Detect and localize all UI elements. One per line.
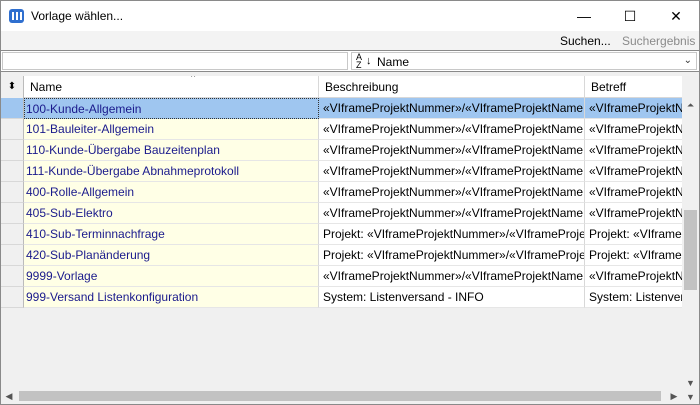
row-selector[interactable] bbox=[1, 245, 24, 266]
table-row[interactable]: 405-Sub-Elektro «VIframeProjektNummer»/«V… bbox=[1, 203, 682, 224]
cell-name[interactable]: 410-Sub-Terminnachfrage bbox=[24, 224, 319, 245]
cell-description[interactable]: «VIframeProjektNummer»/«VIframeProjektNa… bbox=[319, 203, 585, 224]
chevron-down-icon[interactable]: ⌄ bbox=[684, 55, 692, 66]
row-selector[interactable] bbox=[1, 161, 24, 182]
column-header-description[interactable]: Beschreibung bbox=[319, 76, 585, 98]
cell-subject[interactable]: «VIframeProjektN bbox=[585, 266, 682, 287]
cell-name[interactable]: 110-Kunde-Übergabe Bauzeitenplan bbox=[24, 140, 319, 161]
horizontal-scroll-thumb[interactable] bbox=[19, 391, 661, 401]
table-row[interactable]: 101-Bauleiter-Allgemein «VIframeProjektNu… bbox=[1, 119, 682, 140]
sort-ascending-icon: ^ bbox=[191, 76, 196, 82]
grid-rows: 100-Kunde-Allgemein «VIframeProjektNummer… bbox=[1, 98, 682, 308]
cell-subject[interactable]: «VIframeProjektN bbox=[585, 98, 682, 119]
row-selector[interactable] bbox=[1, 98, 24, 119]
scroll-down-button[interactable]: ▼ bbox=[682, 390, 699, 404]
row-selector[interactable] bbox=[1, 203, 24, 224]
cell-subject[interactable]: «VIframeProjektN bbox=[585, 140, 682, 161]
close-button[interactable]: ✕ bbox=[653, 1, 699, 31]
cell-name[interactable]: 100-Kunde-Allgemein bbox=[24, 98, 319, 119]
sort-field-label: Name bbox=[377, 55, 410, 69]
cell-subject[interactable]: System: Listenver bbox=[585, 287, 682, 308]
cell-name[interactable]: 9999-Vorlage bbox=[24, 266, 319, 287]
vertical-scroll-thumb[interactable] bbox=[684, 210, 697, 290]
scroll-top-button[interactable]: ⏶ bbox=[682, 98, 699, 112]
toolbar: Suchen... Suchergebnis bbox=[0, 31, 700, 50]
cell-description[interactable]: Projekt: «VIframeProjektNummer»/«VIframe… bbox=[319, 245, 585, 266]
row-selector[interactable] bbox=[1, 224, 24, 245]
cell-subject[interactable]: «VIframeProjektN bbox=[585, 203, 682, 224]
column-header-subject[interactable]: Betreff bbox=[585, 76, 682, 98]
cell-description[interactable]: «VIframeProjektNummer»/«VIframeProjektNa… bbox=[319, 161, 585, 182]
sort-arrow-icon: ↓ bbox=[366, 55, 372, 67]
row-selector[interactable] bbox=[1, 182, 24, 203]
cell-subject[interactable]: Projekt: «VIframel bbox=[585, 224, 682, 245]
cell-name[interactable]: 405-Sub-Elektro bbox=[24, 203, 319, 224]
cell-description[interactable]: Projekt: «VIframeProjektNummer»/«VIframe… bbox=[319, 224, 585, 245]
cell-subject[interactable]: «VIframeProjektN bbox=[585, 119, 682, 140]
table-row[interactable]: 999-Versand Listenkonfiguration System: L… bbox=[1, 287, 682, 308]
row-selector-header[interactable]: ⬍ bbox=[1, 76, 24, 98]
cell-subject[interactable]: «VIframeProjektN bbox=[585, 161, 682, 182]
cell-subject[interactable]: Projekt: «VIframel bbox=[585, 245, 682, 266]
cell-name[interactable]: 999-Versand Listenkonfiguration bbox=[24, 287, 319, 308]
column-header-name[interactable]: Name ^ bbox=[24, 76, 319, 98]
cell-subject[interactable]: «VIframeProjektN bbox=[585, 182, 682, 203]
scroll-right-button[interactable]: ▶ bbox=[666, 388, 682, 404]
filter-input[interactable] bbox=[2, 52, 348, 70]
maximize-button[interactable]: ☐ bbox=[607, 1, 653, 31]
sort-field-select[interactable]: AZ ↓ Name ⌄ bbox=[351, 52, 697, 70]
search-result-button[interactable]: Suchergebnis bbox=[622, 34, 695, 48]
cell-description[interactable]: «VIframeProjektNummer»/«VIframeProjektNa… bbox=[319, 140, 585, 161]
horizontal-scrollbar[interactable]: ◀ ▶ bbox=[1, 388, 682, 404]
window-title: Vorlage wählen... bbox=[31, 9, 124, 23]
row-selector[interactable] bbox=[1, 119, 24, 140]
table-row[interactable]: 100-Kunde-Allgemein «VIframeProjektNummer… bbox=[1, 98, 682, 119]
row-selector[interactable] bbox=[1, 140, 24, 161]
table-row[interactable]: 400-Rolle-Allgemein «VIframeProjektNummer… bbox=[1, 182, 682, 203]
table-row[interactable]: 110-Kunde-Übergabe Bauzeitenplan «VIframe… bbox=[1, 140, 682, 161]
cell-name[interactable]: 101-Bauleiter-Allgemein bbox=[24, 119, 319, 140]
table-row[interactable]: 111-Kunde-Übergabe Abnahmeprotokoll «VIfr… bbox=[1, 161, 682, 182]
title-bar: Vorlage wählen... — ☐ ✕ bbox=[0, 0, 700, 31]
search-button[interactable]: Suchen... bbox=[560, 34, 611, 48]
cell-name[interactable]: 111-Kunde-Übergabe Abnahmeprotokoll bbox=[24, 161, 319, 182]
table-row[interactable]: 410-Sub-Terminnachfrage Projekt: «VIframe… bbox=[1, 224, 682, 245]
scroll-left-button[interactable]: ◀ bbox=[1, 388, 17, 404]
row-selector[interactable] bbox=[1, 287, 24, 308]
table-row[interactable]: 9999-Vorlage «VIframeProjektNummer»/«VIfr… bbox=[1, 266, 682, 287]
table-row[interactable]: 420-Sub-Planänderung Projekt: «VIframePro… bbox=[1, 245, 682, 266]
cell-description[interactable]: «VIframeProjektNummer»/«VIframeProjektNa… bbox=[319, 98, 585, 119]
scroll-down-button[interactable]: ▼ bbox=[682, 376, 699, 390]
cell-description[interactable]: «VIframeProjektNummer»/«VIframeProjektNa… bbox=[319, 182, 585, 203]
template-grid: ⬍ Name ^ Beschreibung Betreff 100-Kunde-… bbox=[0, 72, 700, 405]
cell-name[interactable]: 420-Sub-Planänderung bbox=[24, 245, 319, 266]
app-icon bbox=[9, 9, 24, 23]
grid-header: ⬍ Name ^ Beschreibung Betreff bbox=[1, 76, 682, 98]
cell-description[interactable]: System: Listenversand - INFO bbox=[319, 287, 585, 308]
cell-name[interactable]: 400-Rolle-Allgemein bbox=[24, 182, 319, 203]
filter-bar: AZ ↓ Name ⌄ bbox=[0, 50, 700, 72]
cell-description[interactable]: «VIframeProjektNummer»/«VIframeProjektNa… bbox=[319, 266, 585, 287]
cell-description[interactable]: «VIframeProjektNummer»/«VIframeProjektNa… bbox=[319, 119, 585, 140]
row-selector[interactable] bbox=[1, 266, 24, 287]
minimize-button[interactable]: — bbox=[561, 1, 607, 31]
vertical-scrollbar[interactable]: ⏶ ▼ ▼ bbox=[682, 98, 699, 404]
